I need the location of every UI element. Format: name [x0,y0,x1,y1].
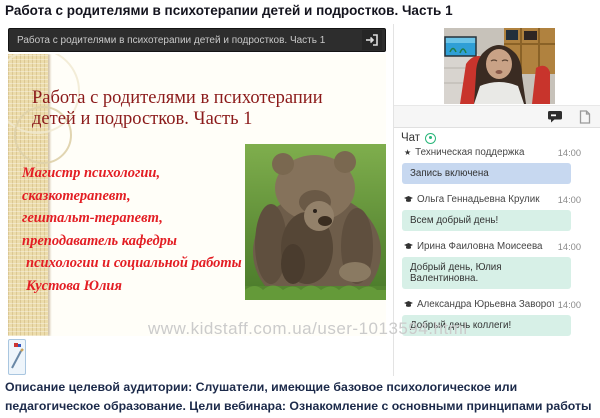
message-time: 14:00 [558,242,581,252]
tab-chat[interactable] [547,110,563,123]
sender-name: Техническая поддержка [415,147,554,158]
slide-subtitle-line: сказкотерапевт, [22,185,252,208]
footer-description: Описание целевой аудитории: Слушатели, и… [5,378,597,418]
chat-bubble-icon [547,110,563,123]
chat-header: Чат [401,132,436,144]
chat-label: Чат [401,132,420,144]
message-time: 14:00 [558,300,581,310]
panel-tabs [394,105,600,128]
message-time: 14:00 [558,195,581,205]
star-icon: ★ [404,149,411,157]
toolbar-title: Работа с родителями в психотерапии детей… [9,35,362,46]
exit-icon [365,33,379,47]
bear-photo [245,144,386,300]
sender-name: Ольга Геннадьевна Крулик [417,194,554,205]
status-circle-icon [425,133,436,144]
watermark: www.kidstaff.com.ua/user-1013594.html [148,319,468,339]
pencil-tool-button[interactable] [8,339,26,375]
document-icon [579,110,591,124]
graduation-cap-icon [404,196,413,203]
message-bubble: Всем добрый день! [402,210,571,231]
page-title: Работа с родителями в психотерапии детей… [5,3,453,18]
slide-subtitle-line: Магистр психологии, [22,162,252,185]
message-bubble: Добрый день, Юлия Валентиновна. [402,257,571,289]
slide-subtitle-line: Кустова Юлия [22,275,252,298]
chat-message: Ирина Фаиловна Моисеева 14:00 Добрый ден… [394,240,600,289]
chat-message-list[interactable]: ★ Техническая поддержка 14:00 Запись вкл… [394,146,600,376]
slide-subtitle: Магистр психологии, сказкотерапевт, гешт… [22,162,252,297]
chat-message: Ольга Геннадьевна Крулик 14:00 Всем добр… [394,193,600,231]
sender-name: Александра Юрьевна Заворотняя [417,299,554,310]
message-bubble: Запись включена [402,163,571,184]
sender-name: Ирина Фаиловна Моисеева [417,241,554,252]
pencil-icon [10,342,24,372]
graduation-cap-icon [404,301,413,308]
slide-subtitle-line: психологии и социальной работы [22,252,252,275]
message-time: 14:00 [558,148,581,158]
slide-subtitle-line: гештальт-терапевт, [22,207,252,230]
graduation-cap-icon [404,243,413,250]
chat-message: ★ Техническая поддержка 14:00 Запись вкл… [394,146,600,184]
slide-title: Работа с родителями в психотерапии детей… [32,88,324,130]
webinar-toolbar: Работа с родителями в психотерапии детей… [8,28,386,52]
exit-button[interactable] [362,30,382,50]
webcam-video [444,28,555,104]
slide-canvas[interactable]: Работа с родителями в психотерапии детей… [8,54,386,336]
tab-files[interactable] [579,110,591,124]
slide-subtitle-line: преподаватель кафедры [22,230,252,253]
